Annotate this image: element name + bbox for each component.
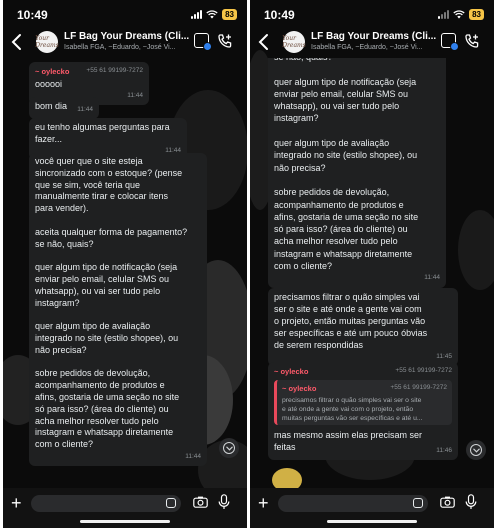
chat-screen-left: 10:49 83 Your Dreams LF Bag Your Dreams … [3, 0, 247, 528]
status-bar: 10:49 83 [250, 0, 494, 28]
plus-icon[interactable]: + [11, 494, 22, 512]
wifi-icon [206, 10, 218, 19]
status-time: 10:49 [264, 8, 295, 22]
scroll-to-bottom-button[interactable] [466, 440, 486, 460]
camera-icon[interactable] [440, 496, 455, 508]
chevron-down-icon [225, 445, 233, 451]
quoted-text: precisamos filtrar o quão simples vai se… [282, 397, 423, 422]
microphone-icon[interactable] [465, 494, 477, 510]
message-bubble[interactable]: 11:44 bom dia [29, 97, 99, 119]
message-input[interactable] [31, 495, 181, 512]
message-time: 11:44 [77, 106, 93, 113]
message-time: 11:44 [424, 274, 440, 282]
message-bubble[interactable]: se não, quais? quer algum tipo de notifi… [268, 58, 446, 288]
chat-header[interactable]: Your Dreams LF Bag Your Dreams (Cli... I… [3, 28, 247, 58]
message-text: precisamos filtrar o quão simples vai se… [274, 292, 428, 350]
chat-header[interactable]: Your Dreams LF Bag Your Dreams (Cli... I… [250, 28, 494, 58]
sticker-icon[interactable] [166, 498, 176, 508]
message-text: se não, quais? quer algum tipo de notifi… [274, 58, 419, 272]
message-bubble[interactable]: precisamos filtrar o quão simples vai se… [268, 288, 458, 366]
microphone-icon[interactable] [218, 494, 230, 510]
sticker-icon[interactable] [413, 498, 423, 508]
chat-title[interactable]: LF Bag Your Dreams (Cli... [311, 31, 436, 42]
battery-indicator: 83 [469, 9, 484, 20]
message-text: você quer que o site esteja sincronizado… [35, 156, 188, 450]
camera-icon[interactable] [193, 496, 208, 508]
scroll-to-bottom-button[interactable] [219, 438, 239, 458]
sender-phone: +55 61 99199-7272 [86, 67, 143, 74]
message-bubble[interactable]: você quer que o site esteja sincronizado… [29, 153, 207, 466]
back-chevron-icon[interactable] [9, 32, 25, 52]
message-input[interactable] [278, 495, 428, 512]
chat-participants[interactable]: Isabella FGA, ~Eduardo, ~José Vi... [64, 44, 176, 51]
chat-screen-right: 10:49 83 Your Dreams LF Bag Your Dreams … [250, 0, 494, 528]
quoted-sender-name: ~ oylecko [282, 384, 317, 393]
sender-name[interactable]: ~ oylecko [274, 366, 308, 378]
quoted-message[interactable]: ~ oylecko +55 61 99199-7272 precisamos f… [274, 380, 452, 425]
battery-indicator: 83 [222, 9, 237, 20]
status-bar: 10:49 83 [3, 0, 247, 28]
message-text: oooooi [35, 79, 63, 89]
message-time: 11:44 [185, 452, 201, 460]
chat-options-icon[interactable] [441, 33, 459, 51]
message-clip: se não, quais? quer algum tipo de notifi… [250, 58, 494, 288]
home-indicator [327, 520, 417, 523]
quoted-sender-phone: +55 61 99199-7272 [390, 384, 447, 391]
reply-message-bubble[interactable]: ~ oylecko +55 61 99199-7272 ~ oylecko +5… [268, 362, 458, 460]
chat-title[interactable]: LF Bag Your Dreams (Cli... [64, 31, 189, 42]
home-indicator [80, 520, 170, 523]
back-chevron-icon[interactable] [256, 32, 272, 52]
chevron-down-icon [472, 447, 480, 453]
wifi-icon [453, 10, 465, 19]
sender-name[interactable]: ~ oylecko [35, 66, 69, 78]
signal-icon [191, 10, 203, 19]
sender-phone: +55 61 99199-7272 [395, 367, 452, 374]
status-time: 10:49 [17, 8, 48, 22]
message-text: eu tenho algumas perguntas para fazer... [35, 122, 170, 144]
chat-participants[interactable]: Isabella FGA, ~Eduardo, ~José Vi... [311, 44, 423, 51]
add-call-icon[interactable] [217, 33, 233, 49]
message-input-bar: + [3, 488, 247, 528]
add-call-icon[interactable] [464, 33, 480, 49]
chat-options-icon[interactable] [194, 33, 212, 51]
message-time: 11:46 [436, 447, 452, 454]
message-input-bar: + [250, 488, 494, 528]
group-avatar[interactable]: Your Dreams [35, 31, 59, 53]
plus-icon[interactable]: + [258, 494, 269, 512]
signal-icon [438, 10, 450, 19]
group-avatar[interactable]: Your Dreams [282, 31, 306, 53]
